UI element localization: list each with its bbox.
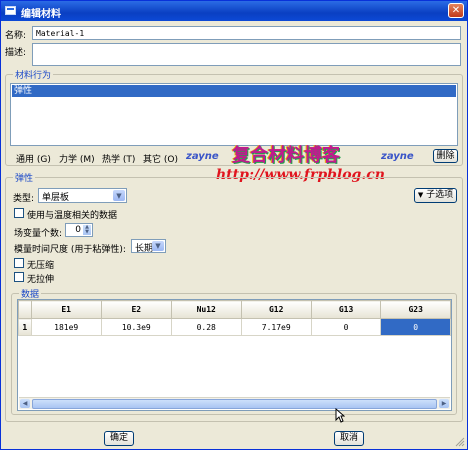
delete-button[interactable]: 删除 bbox=[433, 149, 458, 163]
cancel-button[interactable]: 取消 bbox=[334, 431, 364, 446]
no-compression-label: 无压缩 bbox=[27, 261, 55, 271]
edit-material-dialog: 编辑材料 ✕ 名称: Material-1 描述: 材料行为 弹性 通用 (G)… bbox=[0, 0, 468, 450]
title-bar[interactable]: 编辑材料 ✕ bbox=[1, 1, 467, 21]
scrollbar-thumb[interactable] bbox=[32, 399, 437, 409]
cell-g12[interactable]: 7.17e9 bbox=[240, 318, 312, 336]
data-table-container[interactable]: E1 E2 Nu12 G12 G13 G23 1 181e9 10.3e9 0.… bbox=[17, 299, 452, 411]
cell-e1[interactable]: 181e9 bbox=[30, 318, 102, 336]
menu-general[interactable]: 通用 (G) bbox=[16, 152, 51, 165]
suboptions-button[interactable]: ▼ 子选项 bbox=[414, 188, 457, 203]
cell-nu12[interactable]: 0.28 bbox=[170, 318, 242, 336]
description-field[interactable] bbox=[32, 43, 461, 66]
column-header-nu12[interactable]: Nu12 bbox=[170, 300, 242, 319]
no-tension-label: 无拉伸 bbox=[27, 275, 55, 285]
horizontal-scrollbar[interactable]: ◀ ▶ bbox=[19, 397, 450, 409]
behavior-item-elastic[interactable]: 弹性 bbox=[12, 85, 456, 97]
watermark-zayne-right: zayne bbox=[381, 151, 414, 162]
temperature-dependent-checkbox[interactable] bbox=[14, 208, 24, 218]
table-row: 1 181e9 10.3e9 0.28 7.17e9 0 0 bbox=[18, 318, 451, 336]
behavior-list[interactable]: 弹性 bbox=[10, 83, 458, 146]
cell-g23[interactable]: 0 bbox=[380, 318, 451, 336]
data-table[interactable]: E1 E2 Nu12 G12 G13 G23 1 181e9 10.3e9 0.… bbox=[18, 300, 451, 336]
name-value: Material-1 bbox=[36, 29, 85, 38]
type-dropdown[interactable]: 单层板 ▼ bbox=[38, 188, 127, 203]
timescale-dropdown[interactable]: 长期 ▼ bbox=[131, 239, 166, 254]
timescale-value: 长期 bbox=[135, 244, 154, 254]
column-header-e2[interactable]: E2 bbox=[100, 300, 172, 319]
menu-thermal[interactable]: 热学 (T) bbox=[102, 152, 135, 165]
row-number: 1 bbox=[18, 318, 32, 336]
scroll-left-icon[interactable]: ◀ bbox=[20, 399, 30, 408]
spinner-arrows-icon[interactable]: ▲ ▼ bbox=[83, 225, 91, 235]
material-behaviors-title: 材料行为 bbox=[13, 68, 54, 81]
column-header-g13[interactable]: G13 bbox=[310, 300, 382, 319]
menu-other[interactable]: 其它 (O) bbox=[143, 152, 178, 165]
column-header-g12[interactable]: G12 bbox=[240, 300, 312, 319]
name-field[interactable]: Material-1 bbox=[32, 26, 461, 40]
field-variables-label: 场变量个数: bbox=[14, 229, 63, 239]
type-label: 类型: bbox=[13, 194, 35, 204]
column-header-g23[interactable]: G23 bbox=[380, 300, 451, 319]
no-tension-checkbox[interactable] bbox=[14, 272, 24, 282]
scroll-right-icon[interactable]: ▶ bbox=[439, 399, 449, 408]
mouse-cursor-icon bbox=[335, 408, 345, 423]
suboptions-label: 子选项 bbox=[426, 190, 454, 200]
column-header-e1[interactable]: E1 bbox=[30, 300, 102, 319]
no-compression-checkbox[interactable] bbox=[14, 258, 24, 268]
name-label: 名称: bbox=[5, 31, 27, 41]
caret-down-icon: ▼ bbox=[417, 191, 424, 199]
description-label: 描述: bbox=[5, 48, 27, 58]
watermark-zayne-left: zayne bbox=[186, 151, 219, 162]
ok-button[interactable]: 确定 bbox=[104, 431, 134, 446]
elastic-group-title: 弹性 bbox=[13, 171, 36, 184]
window-title: 编辑材料 bbox=[21, 9, 61, 20]
table-header-row: E1 E2 Nu12 G12 G13 G23 bbox=[18, 300, 451, 319]
menu-mechanical[interactable]: 力学 (M) bbox=[59, 152, 95, 165]
type-value: 单层板 bbox=[42, 193, 70, 203]
resize-grip-icon[interactable] bbox=[455, 437, 465, 447]
chevron-down-icon: ▼ bbox=[152, 241, 164, 251]
row-number-header bbox=[18, 300, 32, 319]
close-button[interactable]: ✕ bbox=[448, 3, 464, 18]
timescale-label: 模量时间尺度 (用于粘弹性): bbox=[14, 245, 126, 255]
window-icon bbox=[5, 6, 16, 15]
field-variables-spinner[interactable]: 0 ▲ ▼ bbox=[65, 223, 93, 237]
watermark-blog-title: 复合材料博客 bbox=[232, 145, 340, 166]
cell-g13[interactable]: 0 bbox=[310, 318, 382, 336]
chevron-down-icon: ▼ bbox=[113, 190, 125, 201]
field-variables-value: 0 bbox=[75, 225, 81, 235]
cell-e2[interactable]: 10.3e9 bbox=[100, 318, 172, 336]
temperature-dependent-label: 使用与温度相关的数据 bbox=[27, 211, 118, 221]
